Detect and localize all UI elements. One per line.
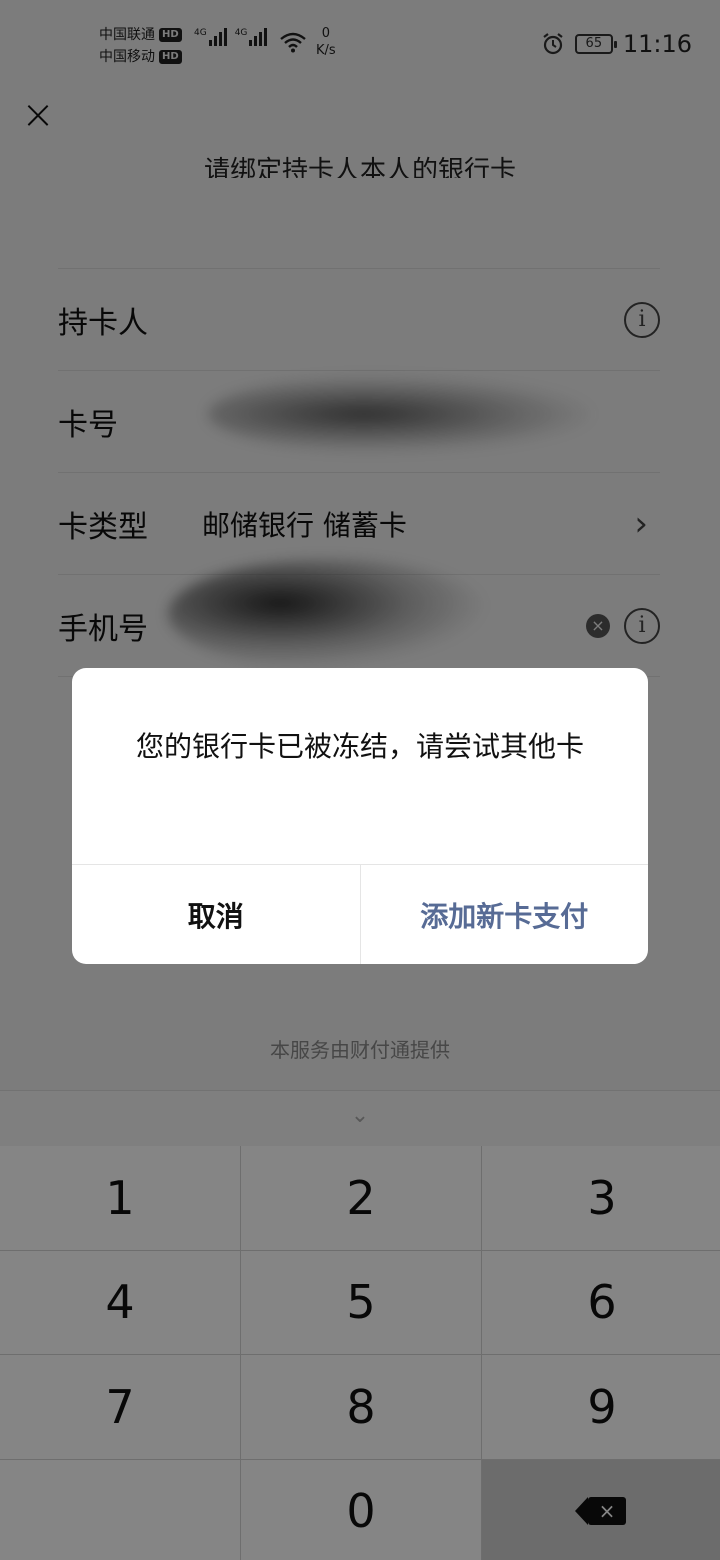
dialog-message: 您的银行卡已被冻结，请尝试其他卡 xyxy=(135,730,584,763)
alert-dialog: 您的银行卡已被冻结，请尝试其他卡 取消 添加新卡支付 xyxy=(72,668,648,964)
add-new-card-button[interactable]: 添加新卡支付 xyxy=(361,865,649,964)
dialog-actions: 取消 添加新卡支付 xyxy=(72,864,648,964)
cancel-button[interactable]: 取消 xyxy=(72,865,361,964)
